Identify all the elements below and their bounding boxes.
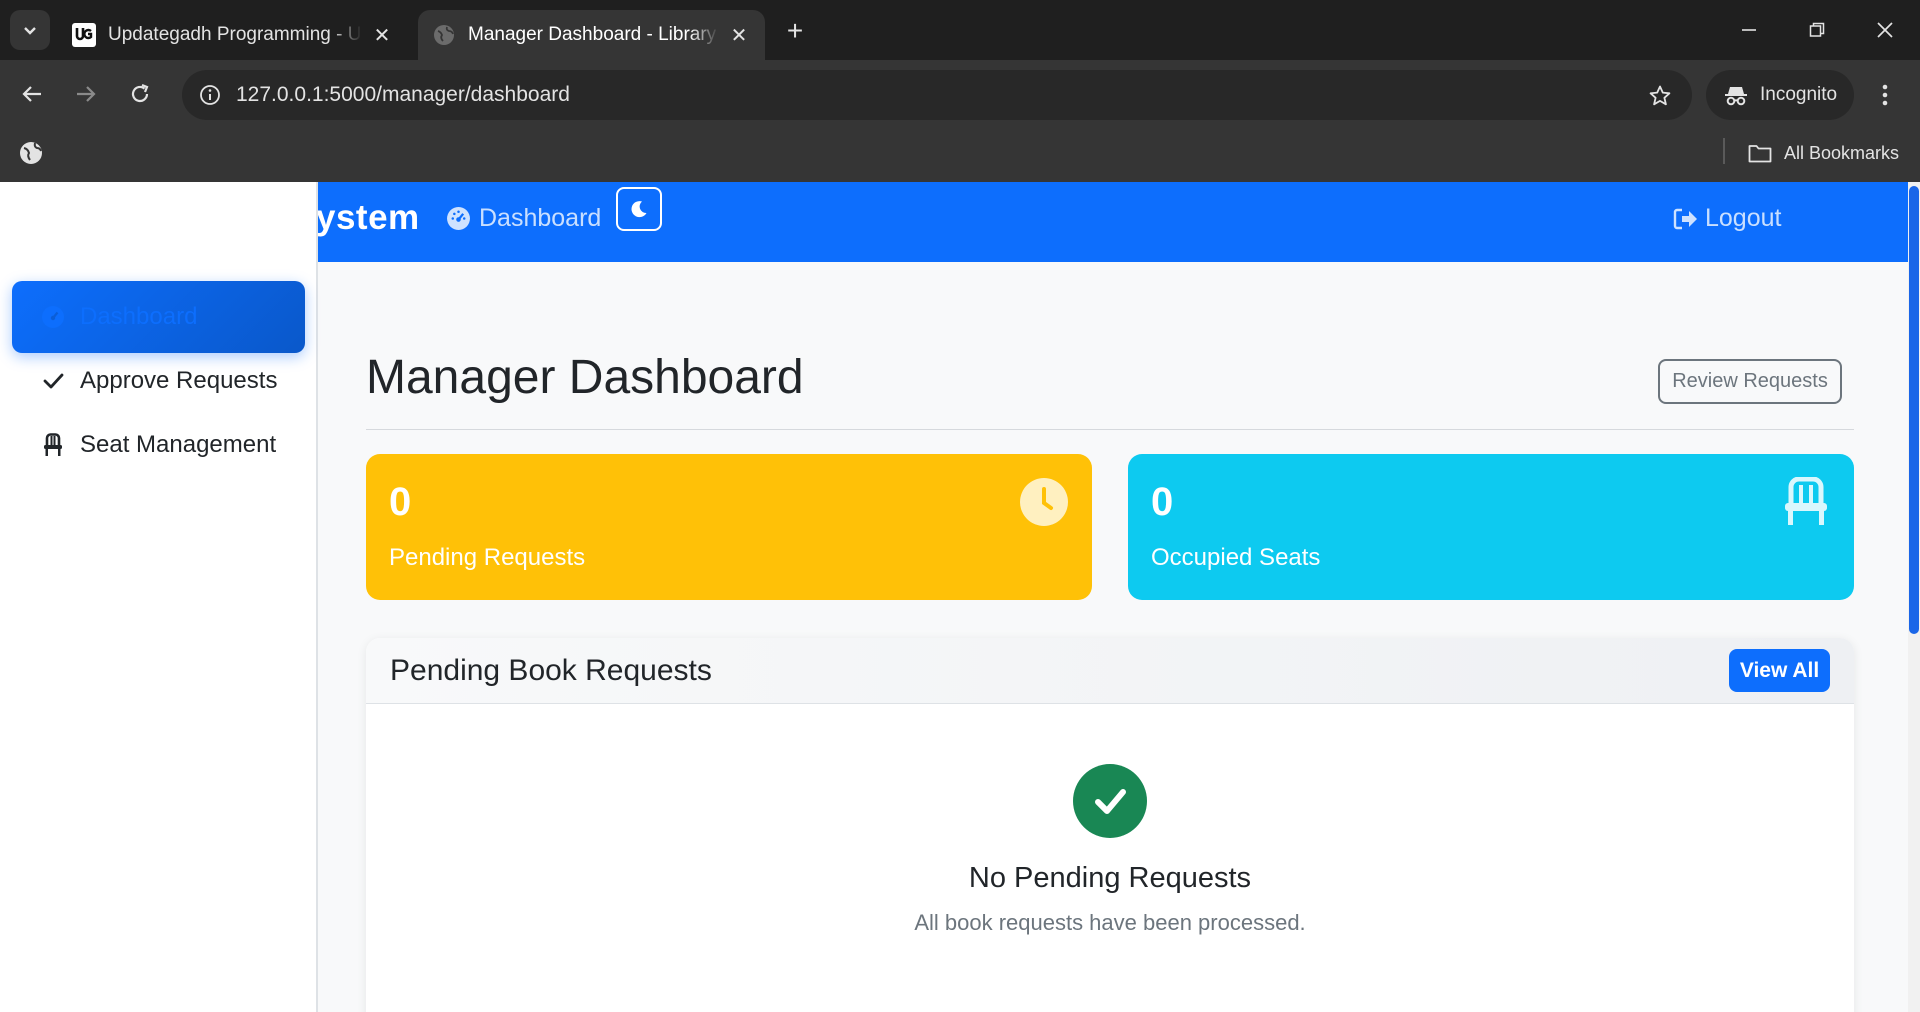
sidebar-item-label: Dashboard xyxy=(80,303,198,330)
address-url: 127.0.0.1:5000/manager/dashboard xyxy=(236,83,570,106)
more-vertical-icon xyxy=(1882,84,1888,106)
moon-icon xyxy=(631,201,647,218)
close-tab-icon[interactable]: ✕ xyxy=(370,23,394,47)
incognito-label: Incognito xyxy=(1760,84,1838,105)
site-info-icon[interactable] xyxy=(194,79,226,111)
panel-title: Pending Book Requests xyxy=(390,654,712,687)
review-requests-button[interactable]: Review Requests xyxy=(1658,359,1842,404)
stat-label: Pending Requests xyxy=(389,544,586,571)
stat-value: 0 xyxy=(389,480,412,524)
panel-header: Pending Book Requests View All xyxy=(366,638,1854,704)
divider xyxy=(366,429,1854,430)
all-bookmarks-label: All Bookmarks xyxy=(1784,142,1900,163)
new-tab-button[interactable]: + xyxy=(780,15,810,46)
empty-state-text: All book requests have been processed. xyxy=(914,910,1306,935)
view-all-button[interactable]: View All xyxy=(1729,649,1830,692)
check-circle-icon xyxy=(1073,764,1147,838)
navbar-brand[interactable]: ystem xyxy=(316,198,420,238)
tab-strip: Updategadh Programming - Updategadh ✕ Ma… xyxy=(0,0,1920,60)
bookmarks-bar: All Bookmarks xyxy=(0,128,1920,182)
browser-tab-updategadh[interactable]: Updategadh Programming - Updategadh ✕ xyxy=(58,10,408,60)
scrollbar-thumb[interactable] xyxy=(1909,186,1919,634)
clock-icon xyxy=(1018,476,1070,528)
empty-state-title: No Pending Requests xyxy=(968,862,1252,894)
page-title: Manager Dashboard xyxy=(366,351,804,404)
folder-icon xyxy=(1748,145,1772,163)
arrow-right-icon xyxy=(77,86,96,102)
incognito-indicator[interactable]: Incognito xyxy=(1706,70,1854,120)
sidebar-item-label: Seat Management xyxy=(80,431,277,458)
sidebar-item-label: Approve Requests xyxy=(80,367,278,394)
minimize-icon xyxy=(1742,29,1756,31)
chair-icon xyxy=(40,432,66,458)
arrow-left-icon xyxy=(22,86,41,102)
globe-icon xyxy=(432,23,456,47)
gauge-icon xyxy=(40,304,66,330)
bookmarks-separator xyxy=(1723,138,1725,164)
chevron-down-icon xyxy=(24,27,36,35)
chair-icon xyxy=(1780,476,1832,528)
nav-link-dashboard[interactable]: Dashboard xyxy=(446,204,601,233)
back-button[interactable] xyxy=(12,74,52,114)
browser-toolbar: 127.0.0.1:5000/manager/dashboard Incogni… xyxy=(0,60,1920,128)
theme-toggle-button[interactable] xyxy=(616,187,662,231)
nav-link-logout-label: Logout xyxy=(1705,204,1782,232)
stat-card-pending-requests: 0 Pending Requests xyxy=(366,454,1092,600)
reload-button[interactable] xyxy=(120,74,160,114)
tab-search-button[interactable] xyxy=(10,10,50,50)
nav-link-dashboard-label: Dashboard xyxy=(479,204,602,232)
restore-button[interactable] xyxy=(1792,10,1842,50)
close-tab-icon[interactable]: ✕ xyxy=(727,23,751,47)
reload-icon xyxy=(131,83,149,103)
gauge-icon xyxy=(447,207,470,230)
sidebar-item-dashboard[interactable]: Dashboard xyxy=(12,281,305,353)
logout-icon xyxy=(1673,208,1697,229)
top-navbar: ystem Dashboard Logout xyxy=(316,182,1920,262)
minimize-button[interactable] xyxy=(1724,10,1774,50)
browser-menu-button[interactable] xyxy=(1870,80,1900,110)
sidebar-item-approve-requests[interactable]: Approve Requests xyxy=(12,345,305,417)
stat-value: 0 xyxy=(1151,480,1174,524)
tab-title: Manager Dashboard - Library Management S… xyxy=(468,24,719,45)
browser-chrome: Updategadh Programming - Updategadh ✕ Ma… xyxy=(0,0,1920,182)
incognito-icon xyxy=(1725,87,1747,106)
ug-logo-icon xyxy=(72,23,96,47)
web-page: ystem Dashboard Logout Dashboard Approve… xyxy=(0,182,1920,1012)
close-icon xyxy=(1877,22,1893,38)
restore-icon xyxy=(1809,22,1825,37)
close-window-button[interactable] xyxy=(1860,10,1910,50)
stat-label: Occupied Seats xyxy=(1151,544,1321,571)
tab-title: Updategadh Programming - Updategadh xyxy=(108,24,362,45)
check-icon xyxy=(40,368,66,394)
forward-button[interactable] xyxy=(66,74,106,114)
stat-card-occupied-seats: 0 Occupied Seats xyxy=(1128,454,1854,600)
bookmark-star-icon[interactable] xyxy=(1646,82,1674,110)
browser-tab-manager-dashboard[interactable]: Manager Dashboard - Library Management S… xyxy=(418,10,765,60)
all-bookmarks-button[interactable]: All Bookmarks xyxy=(1748,136,1899,170)
pending-book-requests-panel: Pending Book Requests View All No Pendin… xyxy=(366,638,1854,1012)
sidebar-item-seat-management[interactable]: Seat Management xyxy=(12,409,305,481)
globe-icon[interactable] xyxy=(18,140,44,166)
nav-link-logout[interactable]: Logout xyxy=(1673,204,1781,233)
sidebar: Dashboard Approve Requests Seat Managemen… xyxy=(0,182,318,1012)
address-bar[interactable]: 127.0.0.1:5000/manager/dashboard xyxy=(182,70,1692,120)
